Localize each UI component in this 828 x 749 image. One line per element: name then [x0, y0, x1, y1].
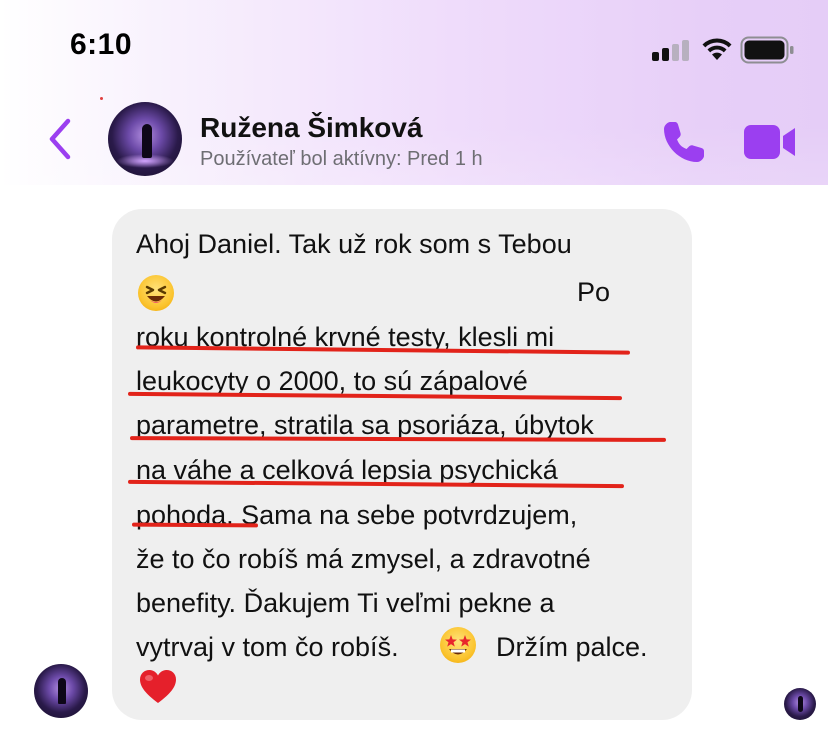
message-line: benefity. Ďakujem Ti veľmi pekne a — [136, 588, 555, 618]
contact-name[interactable]: Ružena Šimková — [200, 112, 423, 144]
sender-avatar[interactable] — [34, 664, 88, 718]
decorative-dot — [100, 97, 103, 100]
status-time: 6:10 — [70, 28, 133, 61]
message-line: Po — [577, 277, 611, 307]
star-struck-emoji — [440, 627, 476, 663]
video-call-button[interactable] — [742, 122, 798, 162]
message-line: vytrvaj v tom čo robíš. — [136, 632, 399, 662]
message-line: že to čo robíš má zmysel, a zdravotné — [136, 544, 591, 574]
wifi-icon — [702, 38, 732, 60]
red-heart-emoji — [140, 670, 176, 703]
contact-activity-status: Používateľ bol aktívny: Pred 1 h — [200, 148, 483, 170]
read-receipt-avatar — [784, 688, 816, 720]
phone-icon — [664, 122, 704, 162]
chevron-left-icon — [49, 118, 71, 160]
contact-avatar[interactable] — [108, 102, 182, 176]
message-line: Držím palce. — [496, 632, 648, 662]
video-camera-icon — [744, 125, 795, 159]
cellular-signal-icon — [652, 39, 690, 61]
back-button[interactable] — [40, 114, 80, 164]
battery-icon — [740, 36, 794, 64]
laughing-face-emoji — [138, 275, 174, 311]
message-line: Ahoj Daniel. Tak už rok som s Tebou — [136, 229, 572, 259]
call-button[interactable] — [660, 118, 708, 166]
